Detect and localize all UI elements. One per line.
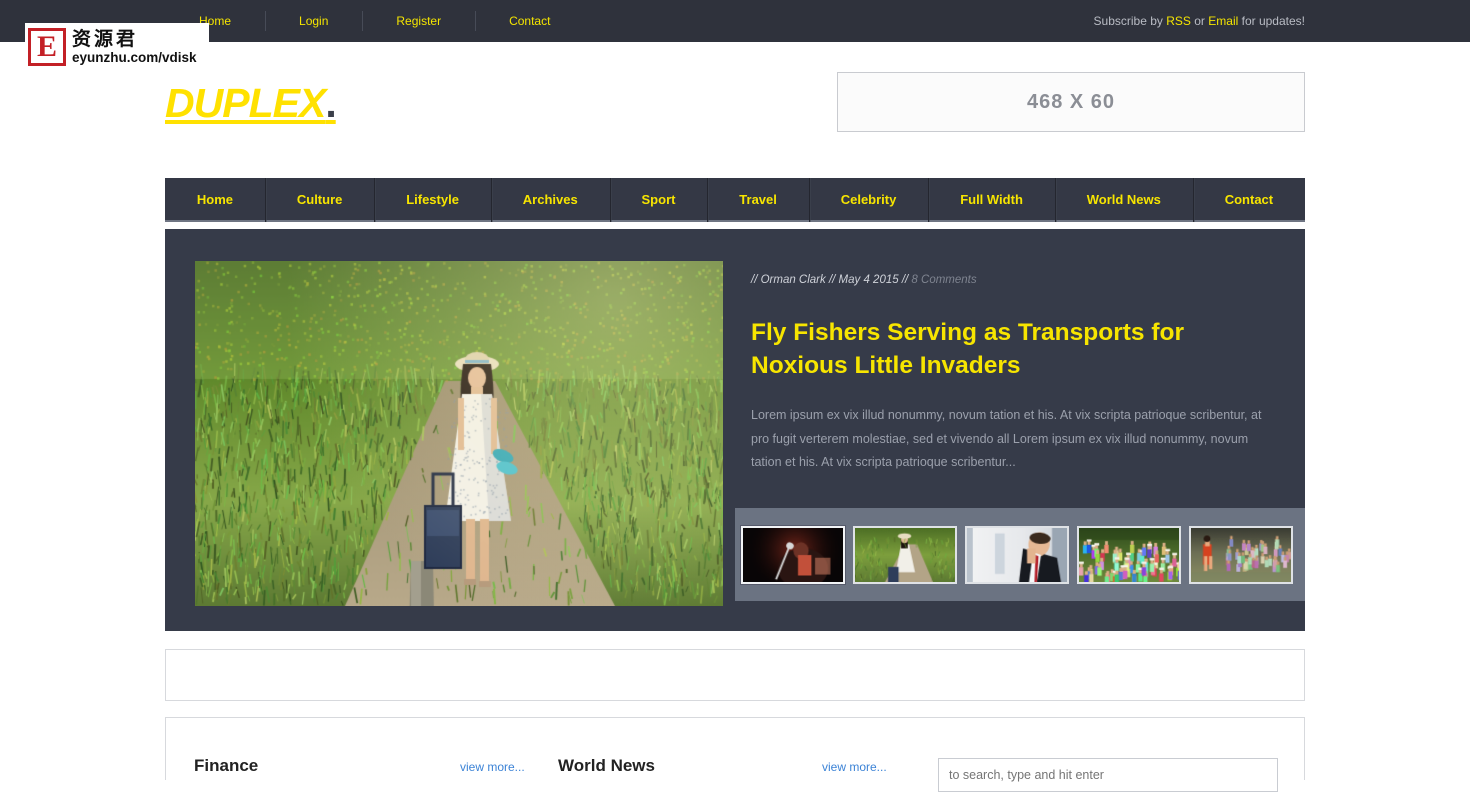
thumb-canvas-2 <box>967 527 1067 582</box>
thumb-canvas-1 <box>855 527 955 582</box>
thumb-businessman-window[interactable] <box>965 525 1069 584</box>
featured-post: // Orman Clark // May 4 2015 // 8 Commen… <box>751 274 1279 475</box>
world-news-view-more-link[interactable]: view more... <box>822 760 887 774</box>
thumb-canvas-3 <box>1079 527 1179 582</box>
post-byline: // Orman Clark // May 4 2015 // <box>751 274 912 286</box>
rss-link[interactable]: RSS <box>1166 14 1191 28</box>
nav-item-celebrity[interactable]: Celebrity <box>808 178 928 222</box>
thumb-runner-track[interactable] <box>1189 525 1293 584</box>
subscribe-prefix: Subscribe by <box>1093 14 1167 28</box>
topnav-item-login[interactable]: Login <box>265 0 362 42</box>
nav-item-culture[interactable]: Culture <box>264 178 374 222</box>
thumb-canvas-4 <box>1191 527 1291 582</box>
nav-item-sport[interactable]: Sport <box>609 178 708 222</box>
topnav-item-register[interactable]: Register <box>362 0 475 42</box>
post-meta: // Orman Clark // May 4 2015 // 8 Commen… <box>751 274 1279 286</box>
search-input[interactable] <box>938 758 1278 792</box>
main-nav-wrapper: Home Culture Lifestyle Archives Sport Tr… <box>0 178 1470 222</box>
main-nav: Home Culture Lifestyle Archives Sport Tr… <box>165 178 1305 222</box>
topnav-item-contact[interactable]: Contact <box>475 0 584 42</box>
subscribe-text: Subscribe by RSS or Email for updates! <box>1094 0 1305 42</box>
logo-text: DUPLEX <box>165 80 326 126</box>
lower-ad-box[interactable] <box>165 649 1305 701</box>
top-nav: Home Login Register Contact <box>165 0 584 42</box>
thumb-woman-path[interactable] <box>853 525 957 584</box>
featured-thumbnail-strip <box>735 508 1305 601</box>
featured-slider: // Orman Clark // May 4 2015 // 8 Commen… <box>165 229 1305 631</box>
thumb-crowd-outdoor[interactable] <box>1077 525 1181 584</box>
nav-item-archives[interactable]: Archives <box>490 178 610 222</box>
watermark-url: eyunzhu.com/vdisk <box>72 49 197 65</box>
bottom-sections: Finance view more... World News view mor… <box>165 717 1305 792</box>
nav-item-travel[interactable]: Travel <box>707 178 808 222</box>
thumb-singer-stage[interactable] <box>741 525 845 584</box>
ad-banner-label: 468 X 60 <box>1026 90 1116 113</box>
nav-item-home[interactable]: Home <box>165 178 265 220</box>
nav-item-lifestyle[interactable]: Lifestyle <box>374 178 491 222</box>
finance-view-more-link[interactable]: view more... <box>460 760 525 774</box>
hero-image-canvas <box>195 261 723 606</box>
top-utility-bar: Home Login Register Contact Subscribe by… <box>0 0 1470 42</box>
nav-item-world-news[interactable]: World News <box>1054 178 1193 222</box>
site-header: DUPLEX. 468 X 60 <box>0 42 1470 170</box>
post-title-link[interactable]: Fly Fishers Serving as Transports for No… <box>751 316 1279 382</box>
watermark-chinese-text: 资源君 <box>72 27 139 50</box>
logo-dot: . <box>325 80 336 126</box>
post-excerpt: Lorem ipsum ex vix illud nonummy, novum … <box>751 408 1262 469</box>
site-logo[interactable]: DUPLEX. <box>165 80 337 127</box>
world-news-section-title: World News <box>558 756 655 775</box>
featured-hero-image[interactable] <box>195 261 723 606</box>
watermark-overlay: E 资源君 eyunzhu.com/vdisk <box>25 23 209 71</box>
finance-section-title: Finance <box>194 756 259 775</box>
post-comments-count[interactable]: 8 Comments <box>911 274 976 286</box>
subscribe-middle: or <box>1190 14 1209 28</box>
watermark-e-logo-icon: E <box>28 28 66 66</box>
nav-item-contact[interactable]: Contact <box>1192 178 1305 222</box>
subscribe-suffix: for updates! <box>1238 14 1305 28</box>
nav-item-full-width[interactable]: Full Width <box>928 178 1055 222</box>
thumb-canvas-0 <box>743 527 843 582</box>
email-link[interactable]: Email <box>1208 14 1238 28</box>
ad-banner-468x60[interactable]: 468 X 60 <box>837 72 1305 132</box>
